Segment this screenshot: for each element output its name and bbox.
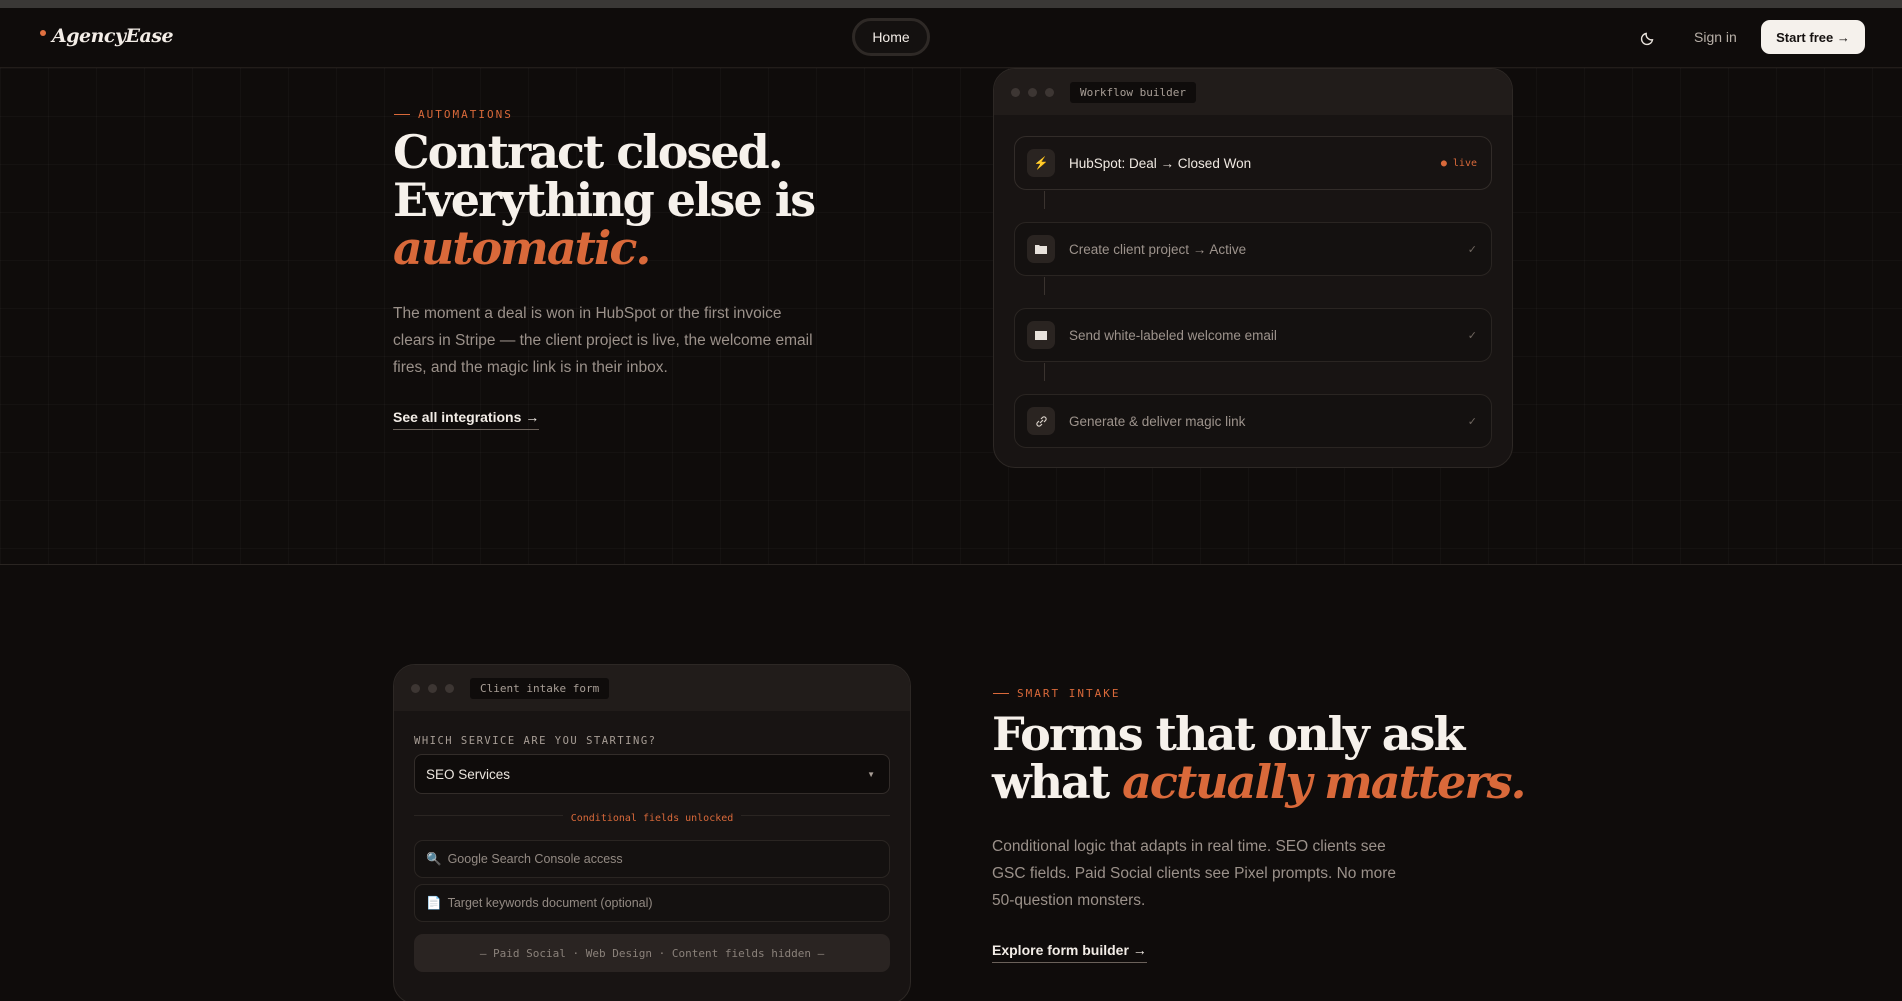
workflow-step-label: Send white-labeled welcome email	[1069, 327, 1277, 343]
smart-intake-section: Client intake form WHICH SERVICE ARE YOU…	[0, 565, 1902, 1001]
workflow-step-label: Create client project → Active	[1069, 241, 1247, 257]
window-dot-minimize	[1028, 87, 1037, 97]
logo-text: AgencyEase	[52, 25, 174, 47]
workflow-step-welcome-email[interactable]: Send white-labeled welcome email ✓	[1014, 308, 1492, 362]
step-connector	[1044, 277, 1045, 295]
window-dot-maximize	[1045, 87, 1054, 97]
automations-eyebrow: AUTOMATIONS	[394, 108, 513, 121]
automations-section: AUTOMATIONS Contract closed. Everything …	[0, 68, 1902, 564]
chevron-down-icon: ▼	[867, 769, 875, 779]
workflow-step-label: Generate & deliver magic link	[1069, 413, 1246, 429]
window-dot-close	[1011, 87, 1020, 97]
lightning-icon: ⚡	[1027, 149, 1055, 177]
window-titlebar: Client intake form	[394, 665, 910, 711]
automations-eyebrow-text: AUTOMATIONS	[418, 108, 513, 121]
browser-top-strip	[0, 0, 1902, 8]
window-dot-maximize	[445, 683, 454, 693]
automations-headline-line1: Contract closed.	[393, 125, 784, 179]
window-titlebar: Workflow builder	[994, 69, 1512, 115]
link-icon	[1027, 407, 1055, 435]
check-icon: ✓	[1467, 329, 1477, 342]
automations-headline: Contract closed. Everything else is auto…	[393, 125, 816, 275]
envelope-icon	[1027, 321, 1055, 349]
gsc-access-field[interactable]: 🔍 Google Search Console access	[414, 840, 890, 878]
folder-icon	[1027, 235, 1055, 263]
field-label: Google Search Console access	[447, 852, 623, 866]
top-navbar: AgencyEase Home Sign in Start free →	[0, 8, 1902, 68]
automations-headline-line2: Everything else is	[393, 173, 816, 227]
window-dot-minimize	[428, 683, 437, 693]
nav-home-button[interactable]: Home	[852, 18, 930, 56]
explore-form-builder-link[interactable]: Explore form builder →	[992, 942, 1147, 963]
workflow-step-label: HubSpot: Deal → Closed Won	[1069, 155, 1252, 171]
document-icon: 📄	[426, 895, 442, 910]
intake-eyebrow: SMART INTAKE	[993, 687, 1120, 700]
intake-eyebrow-text: SMART INTAKE	[1017, 687, 1121, 700]
check-icon: ✓	[1467, 243, 1477, 256]
keywords-document-field[interactable]: 📄 Target keywords document (optional)	[414, 884, 890, 922]
window-dot-close	[411, 683, 420, 693]
intake-headline-plain: what	[992, 755, 1123, 809]
intake-headline-line2: what actually matters.	[992, 755, 1527, 809]
workflow-step-magic-link[interactable]: Generate & deliver magic link ✓	[1014, 394, 1492, 448]
workflow-step-create-project[interactable]: Create client project → Active ✓	[1014, 222, 1492, 276]
step-connector	[1044, 191, 1045, 209]
conditional-fields-text: Conditional fields unlocked	[562, 813, 742, 824]
workflow-builder-window: Workflow builder ⚡ HubSpot: Deal → Close…	[993, 68, 1513, 468]
client-intake-window: Client intake form WHICH SERVICE ARE YOU…	[393, 664, 911, 1001]
hidden-fields-note: — Paid Social · Web Design · Content fie…	[414, 934, 890, 972]
workflow-step-trigger[interactable]: ⚡ HubSpot: Deal → Closed Won ● live	[1014, 136, 1492, 190]
intake-headline: Forms that only ask what actually matter…	[992, 707, 1527, 809]
search-icon: 🔍	[426, 851, 442, 866]
intake-body: Conditional logic that adapts in real ti…	[992, 838, 1397, 909]
conditional-fields-note: Conditional fields unlocked	[394, 808, 910, 826]
page: AUTOMATIONS Contract closed. Everything …	[0, 8, 1902, 1001]
live-badge: ● live	[1440, 157, 1477, 169]
automations-body: The moment a deal is won in HubSpot or t…	[393, 305, 813, 376]
intake-headline-line1: Forms that only ask	[992, 707, 1465, 761]
see-all-integrations-link[interactable]: See all integrations →	[393, 409, 540, 430]
moon-icon[interactable]	[1640, 28, 1658, 46]
intake-headline-accent: actually matters.	[1122, 755, 1526, 809]
eyebrow-line	[394, 114, 410, 115]
eyebrow-line	[993, 693, 1009, 694]
field-label: Target keywords document (optional)	[447, 896, 653, 910]
logo-dot	[40, 30, 46, 36]
sign-in-link[interactable]: Sign in	[1694, 29, 1737, 45]
window-tag: Workflow builder	[1070, 81, 1196, 103]
service-select-value: SEO Services	[426, 766, 511, 782]
window-tag: Client intake form	[470, 677, 610, 699]
step-connector	[1044, 363, 1045, 381]
check-icon: ✓	[1467, 415, 1477, 428]
automations-headline-accent: automatic.	[393, 221, 651, 275]
logo[interactable]: AgencyEase	[40, 25, 174, 47]
start-free-button[interactable]: Start free →	[1761, 20, 1865, 54]
service-select[interactable]: SEO Services ▼	[414, 754, 890, 794]
service-question-label: WHICH SERVICE ARE YOU STARTING?	[414, 735, 657, 747]
